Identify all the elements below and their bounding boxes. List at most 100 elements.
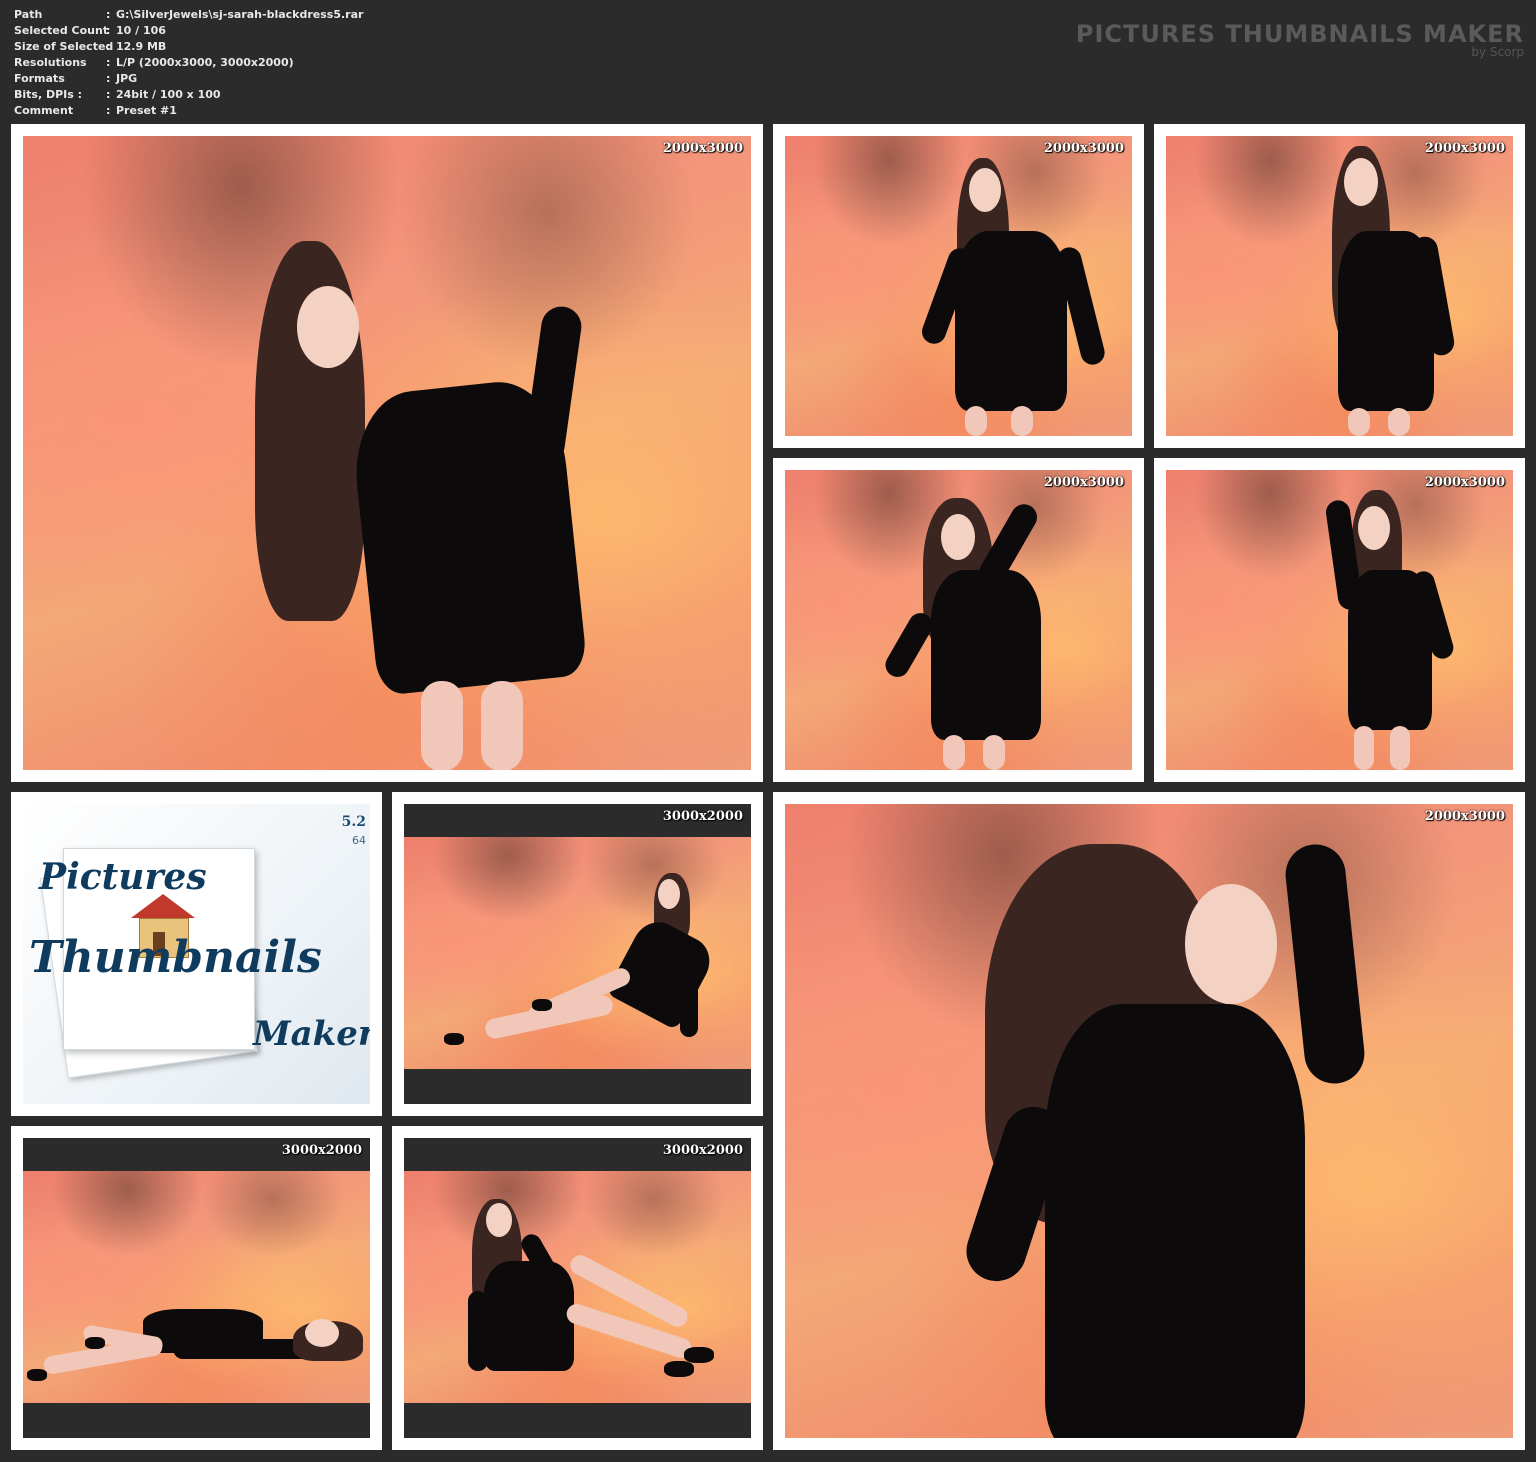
figure-shoe (85, 1337, 105, 1349)
figure-head (486, 1203, 512, 1237)
logo-word-pictures: Pictures (39, 856, 207, 898)
figure-head (1344, 158, 1378, 206)
logo-version: 5.2 (341, 814, 366, 830)
figure-arm (680, 937, 698, 1037)
thumbnail-frame: Pictures Thumbnails Maker 5.2 64 (23, 804, 370, 1104)
figure-leg (1011, 406, 1033, 436)
figure-shoe (664, 1361, 694, 1377)
info-panel: Path: G:\SilverJewels\sj-sarah-blackdress… (14, 7, 363, 119)
thumbnail-3[interactable]: 2000x3000 (1154, 124, 1525, 448)
thumbnail-frame: 2000x3000 (785, 804, 1513, 1438)
figure-dress (1338, 231, 1434, 411)
figure-shoe (27, 1369, 47, 1381)
info-key: Bits, DPIs : (14, 88, 83, 101)
photo (1166, 136, 1513, 436)
thumbnail-5[interactable]: 2000x3000 (1154, 458, 1525, 782)
figure-arm (881, 608, 937, 682)
photo (404, 1171, 751, 1403)
resolution-label: 2000x3000 (1043, 475, 1124, 490)
info-value: 10 / 106 (116, 24, 166, 37)
figure-shoe (444, 1033, 464, 1045)
photo (23, 136, 751, 770)
thumbnail-frame: 2000x3000 (1166, 136, 1513, 436)
figure-arm (468, 1291, 488, 1371)
info-value: L/P (2000x3000, 3000x2000) (116, 56, 294, 69)
figure-leg (1354, 726, 1374, 770)
thumbnail-frame: 3000x2000 (23, 1138, 370, 1438)
figure-leg (983, 735, 1005, 770)
figure-leg (943, 735, 965, 770)
info-key: Resolutions (14, 56, 87, 69)
info-key: Comment (14, 104, 74, 117)
info-row-size: Size of Selected: 12.9 MB (14, 39, 363, 55)
thumbnail-8[interactable]: 3000x2000 (392, 1126, 763, 1450)
figure-dress (347, 375, 589, 697)
figure-head (1358, 506, 1390, 550)
info-row-resolutions: Resolutions: L/P (2000x3000, 3000x2000) (14, 55, 363, 71)
info-row-comment: Comment: Preset #1 (14, 103, 363, 119)
photo (1166, 470, 1513, 770)
thumbnail-frame: 2000x3000 (785, 136, 1132, 436)
thumbnail-6[interactable]: 3000x2000 (392, 792, 763, 1116)
figure-arm (173, 1339, 313, 1359)
info-value: 24bit / 100 x 100 (116, 88, 221, 101)
info-sep: : (106, 88, 111, 101)
info-value: G:\SilverJewels\sj-sarah-blackdress5.rar (116, 8, 364, 21)
info-value: JPG (116, 72, 138, 85)
info-row-formats: Formats: JPG (14, 71, 363, 87)
figure-dress (931, 570, 1041, 740)
info-value: Preset #1 (116, 104, 177, 117)
resolution-label: 3000x2000 (281, 1143, 362, 1158)
info-row-selected-count: Selected Count: 10 / 106 (14, 23, 363, 39)
figure-head (658, 879, 680, 909)
info-row-path: Path: G:\SilverJewels\sj-sarah-blackdress… (14, 7, 363, 23)
figure-dress (1348, 570, 1432, 730)
logo-word-thumbnails: Thumbnails (29, 932, 322, 983)
resolution-label: 3000x2000 (662, 809, 743, 824)
figure-head (1185, 884, 1277, 1004)
app-logo: Pictures Thumbnails Maker 5.2 64 (23, 804, 370, 1104)
info-key: Formats (14, 72, 65, 85)
info-key: Size of Selected (14, 40, 114, 53)
logo-thumbnail[interactable]: Pictures Thumbnails Maker 5.2 64 (11, 792, 382, 1116)
thumbnail-frame: 3000x2000 (404, 1138, 751, 1438)
thumbnail-frame: 2000x3000 (785, 470, 1132, 770)
thumbnail-frame: 2000x3000 (23, 136, 751, 770)
figure-shoe (532, 999, 552, 1011)
thumbnail-4[interactable]: 2000x3000 (773, 458, 1144, 782)
figure-head (305, 1319, 339, 1347)
info-key: Path (14, 8, 43, 21)
figure-leg (481, 681, 523, 770)
photo (785, 804, 1513, 1438)
info-value: 12.9 MB (116, 40, 167, 53)
thumbnail-7[interactable]: 3000x2000 (11, 1126, 382, 1450)
photo (404, 837, 751, 1069)
figure-head (941, 514, 975, 560)
info-row-bits-dpi: Bits, DPIs ::24bit / 100 x 100 (14, 87, 363, 103)
info-sep: : (106, 24, 111, 37)
thumbnail-frame: 2000x3000 (1166, 470, 1513, 770)
thumbnail-9[interactable]: 2000x3000 (773, 792, 1525, 1450)
figure-leg (1348, 408, 1370, 436)
resolution-label: 2000x3000 (662, 141, 743, 156)
resolution-label: 2000x3000 (1424, 809, 1505, 824)
info-sep: : (106, 104, 111, 117)
photo (785, 470, 1132, 770)
figure-head (297, 286, 359, 368)
photo (23, 1171, 370, 1403)
resolution-label: 2000x3000 (1424, 475, 1505, 490)
info-sep: : (106, 72, 111, 85)
figure-leg (1388, 408, 1410, 436)
figure-head (969, 168, 1001, 212)
figure-dress (1045, 1004, 1305, 1438)
thumbnail-1[interactable]: 2000x3000 (11, 124, 763, 782)
resolution-label: 2000x3000 (1424, 141, 1505, 156)
info-sep: : (106, 56, 111, 69)
brand-title: PICTURES THUMBNAILS MAKER (1075, 20, 1524, 48)
resolution-label: 3000x2000 (662, 1143, 743, 1158)
logo-bits: 64 (352, 834, 366, 847)
photo (785, 136, 1132, 436)
info-sep: : (106, 8, 111, 21)
brand-watermark: PICTURES THUMBNAILS MAKER by Scorp (1076, 20, 1524, 58)
thumbnail-2[interactable]: 2000x3000 (773, 124, 1144, 448)
